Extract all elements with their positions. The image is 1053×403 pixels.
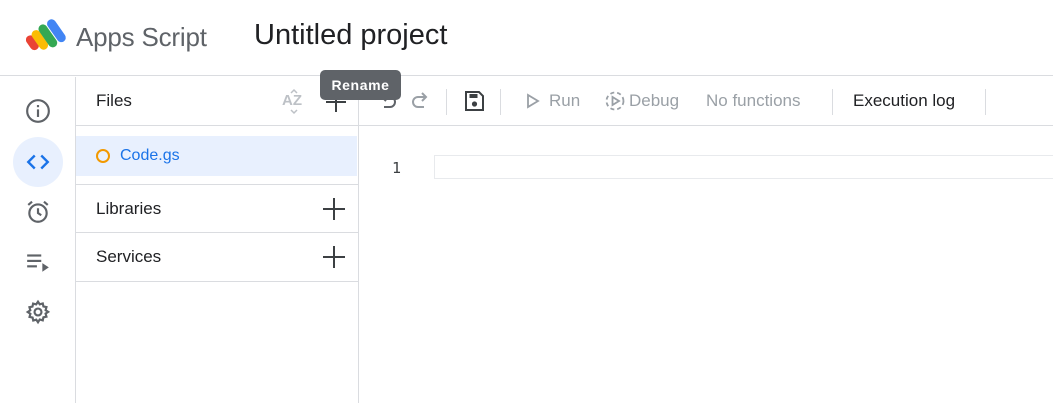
toolbar-divider	[985, 89, 986, 115]
libraries-row: Libraries	[76, 184, 358, 233]
rename-tooltip: Rename	[320, 70, 401, 100]
app-header: Apps Script Untitled project	[0, 0, 1053, 76]
svg-text:AZ: AZ	[282, 92, 302, 109]
files-panel: Files AZ Code.gs Libraries Services	[76, 77, 359, 403]
function-select[interactable]: No functions	[706, 91, 801, 111]
file-status-dot-icon	[96, 149, 110, 163]
code-editor[interactable]: 1	[359, 126, 1053, 403]
project-title[interactable]: Untitled project	[254, 19, 447, 52]
gear-icon	[25, 299, 51, 325]
rail-triggers-button[interactable]	[13, 187, 63, 237]
toolbar-divider	[832, 89, 833, 115]
rail-executions-button[interactable]	[13, 237, 63, 287]
executions-list-icon	[27, 254, 49, 272]
app-name[interactable]: Apps Script	[76, 22, 207, 53]
run-icon	[527, 93, 540, 109]
files-header: Files AZ	[76, 77, 358, 126]
info-icon	[26, 99, 50, 123]
apps-script-logo[interactable]	[26, 17, 68, 51]
services-label: Services	[96, 247, 162, 266]
left-rail	[0, 77, 76, 403]
libraries-label: Libraries	[96, 198, 162, 218]
toolbar-divider	[446, 89, 447, 115]
execution-log-button[interactable]: Execution log	[853, 91, 955, 111]
debug-button[interactable]: Debug	[629, 91, 679, 111]
alarm-clock-icon	[27, 200, 49, 223]
run-button[interactable]: Run	[549, 91, 580, 111]
current-line-highlight[interactable]	[434, 155, 1053, 179]
redo-icon[interactable]	[409, 89, 433, 113]
sort-az-icon[interactable]: AZ	[280, 88, 308, 116]
save-icon[interactable]	[462, 89, 486, 113]
debug-icon	[605, 91, 625, 111]
file-item-code-gs[interactable]: Code.gs	[76, 136, 357, 176]
rail-editor-button[interactable]	[13, 137, 63, 187]
editor-toolbar: Run Debug No functions Execution log	[359, 77, 1053, 126]
code-icon	[26, 154, 50, 170]
rail-settings-button[interactable]	[13, 287, 63, 337]
add-service-plus-icon[interactable]	[321, 244, 347, 270]
line-number: 1	[392, 159, 402, 177]
toolbar-divider	[500, 89, 501, 115]
rail-overview-button[interactable]	[13, 86, 63, 136]
files-label: Files	[96, 91, 132, 110]
file-name[interactable]: Code.gs	[120, 147, 180, 165]
services-row: Services	[76, 233, 358, 282]
add-library-plus-icon[interactable]	[321, 196, 347, 222]
